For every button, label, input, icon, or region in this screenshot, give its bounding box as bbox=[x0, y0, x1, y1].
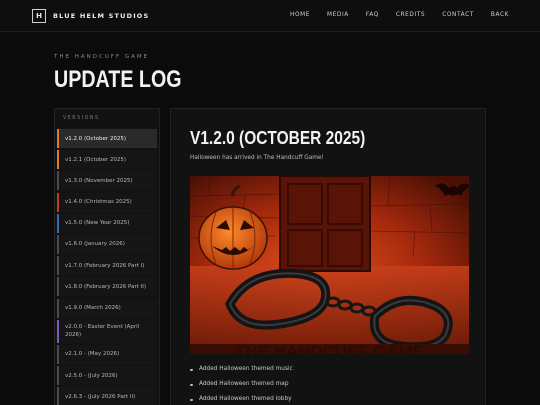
release-panel: V1.2.0 (OCTOBER 2025) Halloween has arri… bbox=[170, 108, 486, 405]
page-title: UPDATE LOG bbox=[54, 66, 182, 93]
sidebar-item-version[interactable]: v2.1.0 - (May 2026) bbox=[57, 344, 157, 364]
nav-media-link[interactable]: MEDIA bbox=[327, 12, 349, 18]
versions-sidebar: VERSIONS v1.2.0 (October 2025) v1.2.1 (Oc… bbox=[54, 108, 160, 405]
sidebar-item-version[interactable]: v2.5.0 - (July 2026) bbox=[57, 366, 157, 386]
studio-name[interactable]: BLUE HELM STUDIOS bbox=[53, 12, 149, 20]
nav-faq-link[interactable]: FAQ bbox=[366, 12, 379, 18]
sidebar-item-version[interactable]: v1.7.0 (February 2026 Part I) bbox=[57, 256, 157, 276]
sidebar-item-version[interactable]: v1.2.0 (October 2025) bbox=[57, 129, 157, 148]
sidebar-item-version[interactable]: v1.5.0 (New Year 2025) bbox=[57, 213, 157, 233]
halloween-update-image: THE HANDCUFF GAME bbox=[190, 176, 469, 354]
version-list: v1.2.0 (October 2025) v1.2.1 (October 202… bbox=[57, 129, 157, 405]
sidebar-item-version[interactable]: v2.6.3 - (July 2026 Part II) bbox=[57, 387, 157, 405]
nav-credits-link[interactable]: CREDITS bbox=[396, 12, 425, 18]
studio-logo[interactable]: H bbox=[32, 9, 46, 23]
list-item: Added Halloween themed map bbox=[190, 381, 293, 396]
versions-heading: VERSIONS bbox=[63, 116, 100, 121]
sidebar-item-version[interactable]: v1.3.0 (November 2025) bbox=[57, 171, 157, 191]
nav-back-link[interactable]: BACK bbox=[491, 12, 509, 18]
sidebar-item-version[interactable]: v1.9.0 (March 2026) bbox=[57, 298, 157, 318]
release-feature-list: Added Halloween themed music Added Hallo… bbox=[190, 366, 293, 405]
image-caption: THE HANDCUFF GAME bbox=[235, 342, 424, 354]
sidebar-item-version[interactable]: v1.2.1 (October 2025) bbox=[57, 150, 157, 170]
list-item: Added Halloween themed lobby bbox=[190, 396, 293, 405]
release-description: Halloween has arrived in The Handcuff Ga… bbox=[190, 155, 324, 161]
nav-contact-link[interactable]: CONTACT bbox=[442, 12, 474, 18]
game-name-eyebrow: THE HANDCUFF GAME bbox=[54, 54, 150, 60]
main-nav: HOME MEDIA FAQ CREDITS CONTACT BACK bbox=[290, 12, 509, 18]
sidebar-item-version[interactable]: v1.8.0 (February 2026 Part II) bbox=[57, 277, 157, 297]
release-title: V1.2.0 (OCTOBER 2025) bbox=[190, 128, 366, 148]
sidebar-item-version[interactable]: v1.6.0 (January 2026) bbox=[57, 234, 157, 254]
top-navigation-bar: H BLUE HELM STUDIOS HOME MEDIA FAQ CREDI… bbox=[0, 0, 540, 32]
sidebar-item-version[interactable]: v1.4.0 (Christmas 2025) bbox=[57, 192, 157, 212]
list-item: Added Halloween themed music bbox=[190, 366, 293, 381]
nav-home-link[interactable]: HOME bbox=[290, 12, 310, 18]
sidebar-item-version[interactable]: v2.0.0 - Easter Event (April 2026) bbox=[57, 319, 157, 343]
